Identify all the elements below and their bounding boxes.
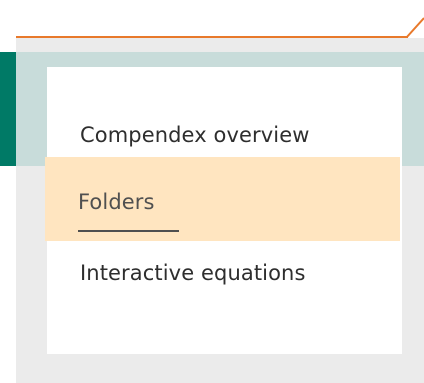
menu-item-interactive-equations[interactable]: Interactive equations xyxy=(47,250,402,298)
menu-item-label: Interactive equations xyxy=(80,261,306,285)
menu-item-label: Compendex overview xyxy=(80,123,310,147)
menu-item-label: Folders xyxy=(78,190,155,214)
left-accent-bar xyxy=(0,52,16,166)
header-accent-diagonal xyxy=(405,17,424,38)
page: Compendex overview Interactive equations… xyxy=(0,0,424,383)
menu-item-compendex-overview[interactable]: Compendex overview xyxy=(47,88,402,147)
active-item-underline xyxy=(78,230,179,232)
menu-item-folders[interactable]: Folders xyxy=(45,157,400,241)
